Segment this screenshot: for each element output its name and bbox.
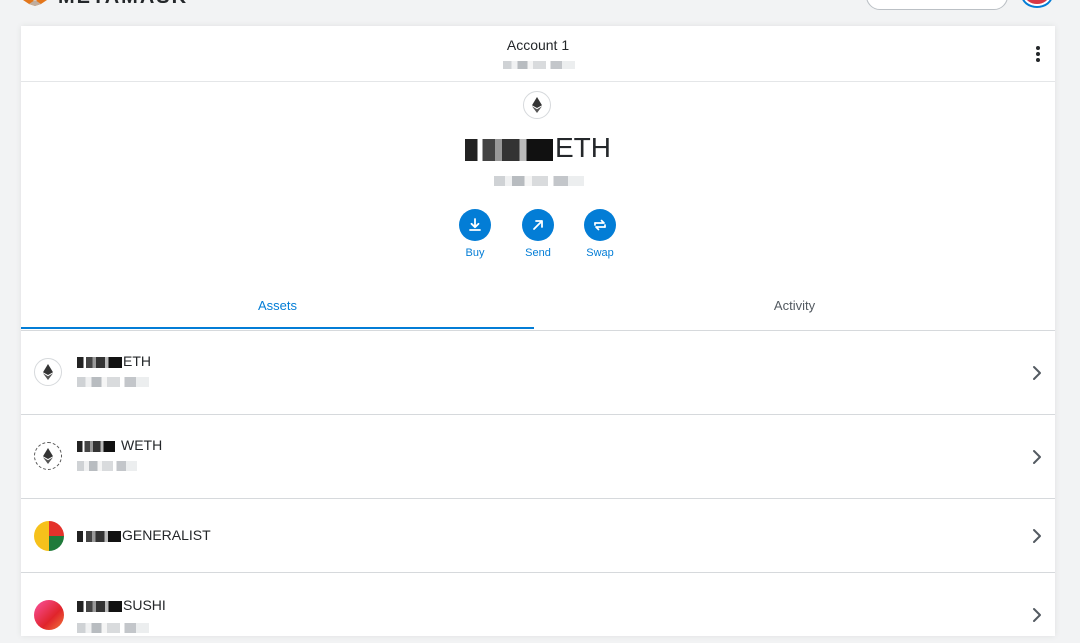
app-logo-text: METAMASK (58, 0, 188, 9)
tab-assets[interactable]: Assets (21, 288, 534, 329)
fiat-balance-redacted (494, 176, 584, 186)
download-icon (459, 209, 491, 241)
wallet-panel: Account 1 ETH Buy Send Swap Assets Activ… (21, 26, 1055, 636)
account-options-menu-icon[interactable] (1029, 44, 1047, 64)
tab-activity[interactable]: Activity (538, 288, 1051, 329)
asset-fiat-redacted (77, 377, 149, 387)
account-name[interactable]: Account 1 (21, 37, 1055, 53)
generalist-token-icon (34, 521, 64, 551)
chevron-right-icon (1033, 366, 1041, 380)
asset-symbol: GENERALIST (122, 527, 211, 543)
chevron-right-icon (1033, 529, 1041, 543)
asset-row-eth[interactable]: ETH (21, 331, 1055, 415)
asset-row-weth[interactable]: WETH (21, 415, 1055, 499)
asset-fiat-redacted (77, 461, 137, 471)
sushi-token-icon (34, 600, 64, 630)
account-avatar[interactable] (1021, 0, 1053, 8)
asset-amount: WETH (77, 437, 162, 453)
asset-symbol: ETH (123, 353, 151, 369)
account-header: Account 1 (21, 26, 1055, 82)
balance-amount-redacted (465, 138, 553, 161)
asset-symbol: SUSHI (123, 597, 166, 613)
swap-label: Swap (586, 247, 614, 259)
buy-button[interactable]: Buy (445, 209, 505, 259)
account-address-redacted[interactable] (503, 61, 575, 69)
metamask-fox-icon[interactable] (20, 0, 50, 8)
balance-symbol: ETH (555, 132, 611, 163)
eth-icon (34, 358, 62, 386)
asset-amount: SUSHI (77, 597, 166, 613)
asset-amount: ETH (77, 353, 151, 369)
network-selector[interactable] (866, 0, 1008, 10)
asset-row-sushi[interactable]: SUSHI (21, 573, 1055, 643)
send-label: Send (525, 247, 551, 259)
amount-redacted (77, 440, 115, 452)
weth-icon (34, 442, 62, 470)
buy-label: Buy (465, 247, 485, 259)
asset-amount: GENERALIST (77, 527, 211, 543)
chevron-right-icon (1033, 608, 1041, 622)
asset-symbol: WETH (121, 437, 163, 453)
amount-redacted (77, 600, 122, 612)
tab-bar: Assets Activity (21, 288, 1055, 331)
asset-fiat-redacted (77, 623, 149, 633)
asset-row-generalist[interactable]: GENERALIST (21, 499, 1055, 573)
amount-redacted (77, 530, 121, 542)
eth-network-icon (523, 91, 551, 119)
swap-button[interactable]: Swap (570, 209, 630, 259)
balance-display: ETH (21, 132, 1055, 164)
amount-redacted (77, 356, 122, 368)
arrow-up-right-icon (522, 209, 554, 241)
top-bar: METAMASK (0, 0, 1080, 26)
send-button[interactable]: Send (508, 209, 568, 259)
chevron-right-icon (1033, 450, 1041, 464)
swap-icon (584, 209, 616, 241)
